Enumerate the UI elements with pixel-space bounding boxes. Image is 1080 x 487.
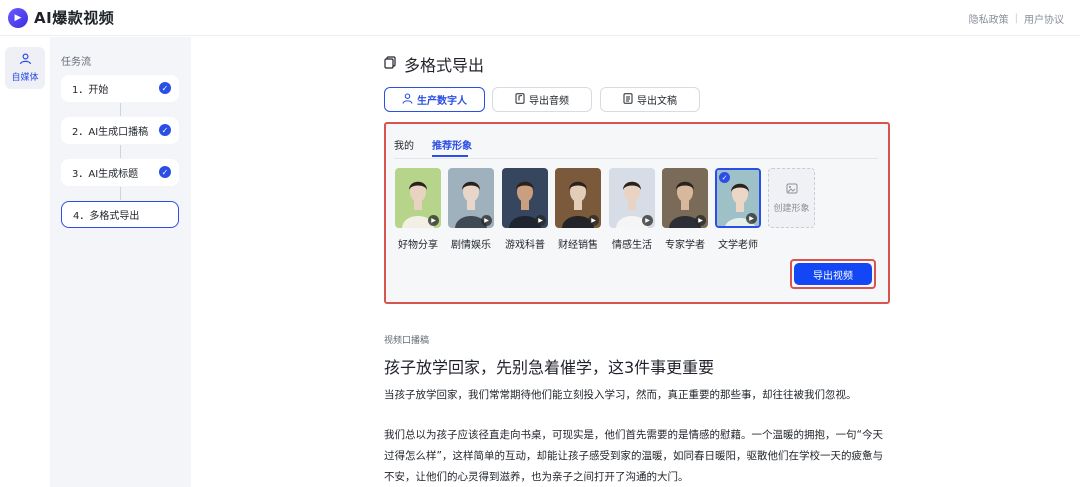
workflow-step-export[interactable]: 4．多格式导出 — [61, 201, 179, 228]
add-image-icon — [786, 183, 798, 197]
workflow-panel: 任务流 1．开始 ✓ 2．AI生成口播稿 ✓ 3．AI生成标题 ✓ 4．多格式导… — [50, 37, 191, 487]
play-icon[interactable]: ▶ — [588, 215, 599, 226]
check-circle-icon: ✓ — [159, 82, 171, 94]
user-agreement-link[interactable]: 用户协议 — [1024, 11, 1064, 26]
rail-item-self-media[interactable]: 自媒体 — [5, 47, 45, 89]
users-icon — [19, 53, 32, 67]
workflow-title: 任务流 — [61, 57, 91, 68]
avatar-card[interactable]: ▶ — [609, 168, 655, 228]
panel-divider — [394, 158, 878, 159]
top-header: ▶ AI爆款视频 隐私政策 | 用户协议 — [0, 0, 1080, 36]
step-label: 3．AI生成标题 — [72, 169, 139, 180]
copy-icon — [384, 55, 396, 73]
rail-item-label: 自媒体 — [11, 73, 39, 83]
avatar-label: 好物分享 — [398, 240, 438, 251]
active-tab-indicator — [432, 155, 468, 157]
privacy-policy-link[interactable]: 隐私政策 — [969, 11, 1009, 26]
play-logo-icon: ▶ — [8, 7, 28, 28]
section-label: 视频口播稿 — [384, 336, 430, 346]
tab-label: 生产数字人 — [417, 96, 467, 107]
check-circle-icon: ✓ — [159, 124, 171, 136]
tab-export-audio[interactable]: 导出音频 — [492, 87, 592, 112]
brand-title: AI爆款视频 — [34, 9, 115, 27]
step-label: 1．开始 — [72, 85, 109, 96]
step-connector — [120, 103, 121, 116]
export-video-button[interactable]: 导出视频 — [794, 263, 872, 285]
create-avatar-button[interactable]: 创建形象 — [768, 168, 815, 228]
header-links: 隐私政策 | 用户协议 — [969, 11, 1064, 26]
link-separator: | — [1014, 13, 1018, 24]
avatar-card[interactable]: ▶ — [448, 168, 494, 228]
play-icon[interactable]: ▶ — [695, 215, 706, 226]
tab-produce-digital-human[interactable]: 生产数字人 — [384, 87, 485, 112]
article-title: 孩子放学回家，先别急着催学，这3件事更重要 — [384, 358, 715, 377]
paragraph: 我们总以为孩子应该径直走向书桌，可现实是，他们首先需要的是情感的慰藉。一个温暖的… — [384, 429, 883, 483]
paragraph: 当孩子放学回家，我们常常期待他们能立刻投入学习，然而，真正重要的那些事，却往往被… — [384, 389, 857, 401]
avatar-card[interactable]: ▶ — [555, 168, 601, 228]
avatar-label: 情感生活 — [612, 240, 652, 251]
step-label: 4．多格式导出 — [73, 211, 140, 222]
tab-label: 导出文稿 — [637, 96, 677, 107]
play-icon[interactable]: ▶ — [535, 215, 546, 226]
doc-file-icon — [623, 92, 633, 107]
export-highlight: 导出视频 — [790, 259, 876, 289]
avatar-label: 财经销售 — [558, 240, 598, 251]
tab-export-document[interactable]: 导出文稿 — [600, 87, 700, 112]
avatar-card[interactable]: ▶ ✓ — [715, 168, 761, 228]
left-rail: 自媒体 — [0, 37, 50, 487]
avatar-label: 游戏科普 — [505, 240, 545, 251]
step-label: 2．AI生成口播稿 — [72, 127, 149, 138]
play-icon[interactable]: ▶ — [481, 215, 492, 226]
avatar-card[interactable]: ▶ — [395, 168, 441, 228]
workflow-step-start[interactable]: 1．开始 ✓ — [61, 75, 179, 102]
page-title-text: 多格式导出 — [404, 56, 485, 75]
play-icon[interactable]: ▶ — [428, 215, 439, 226]
tab-label: 导出音频 — [529, 96, 569, 107]
page-title: 多格式导出 — [384, 52, 484, 76]
person-icon — [402, 92, 413, 107]
step-connector — [120, 145, 121, 158]
play-icon[interactable]: ▶ — [746, 213, 757, 224]
avatar-label: 专家学者 — [665, 240, 705, 251]
main-content: 多格式导出 生产数字人 导出音频 导出文稿 我的 推荐形象 创建形象 导出视频 … — [191, 37, 1080, 487]
step-connector — [120, 187, 121, 200]
avatar-label: 剧情娱乐 — [451, 240, 491, 251]
create-avatar-label: 创建形象 — [773, 203, 810, 214]
workflow-step-script[interactable]: 2．AI生成口播稿 ✓ — [61, 117, 179, 144]
workflow-step-title[interactable]: 3．AI生成标题 ✓ — [61, 159, 179, 186]
avatar-card[interactable]: ▶ — [502, 168, 548, 228]
audio-file-icon — [515, 92, 525, 107]
avatar-label: 文学老师 — [718, 240, 758, 251]
check-circle-icon: ✓ — [159, 166, 171, 178]
play-icon[interactable]: ▶ — [642, 215, 653, 226]
avatar-panel: 我的 推荐形象 创建形象 导出视频 ▶ 好物分享 ▶ 剧情娱乐 ▶ 游戏科普 ▶ 财经销售 ▶ 情… — [384, 122, 890, 304]
selected-check-icon: ✓ — [719, 172, 730, 183]
avatar-card[interactable]: ▶ — [662, 168, 708, 228]
sub-tab-mine[interactable]: 我的 — [394, 137, 414, 152]
sub-tab-recommended[interactable]: 推荐形象 — [432, 137, 472, 152]
